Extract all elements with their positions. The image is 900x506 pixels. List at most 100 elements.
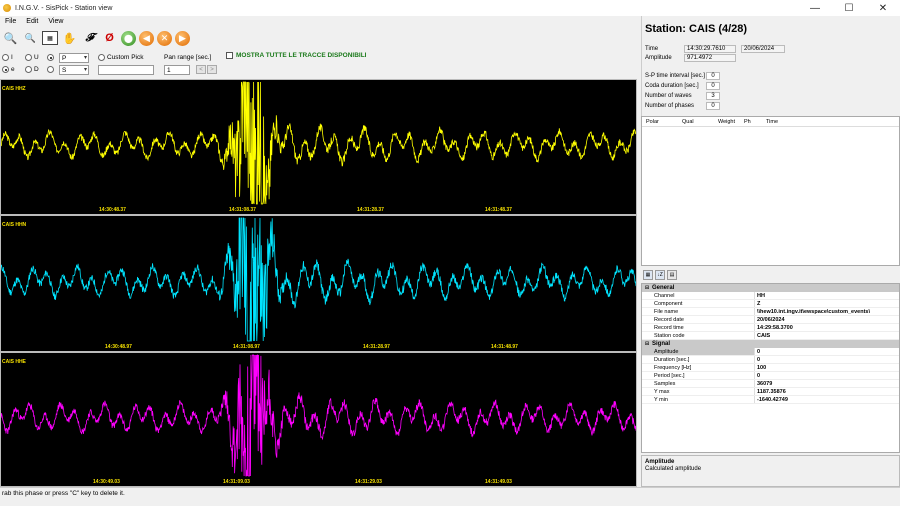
property-row[interactable]: Samples 36079: [642, 380, 899, 388]
property-row[interactable]: Duration [sec.] 0: [642, 356, 899, 364]
property-toolbar: ▦ ↓Z ▤: [641, 268, 900, 282]
radio-label: I: [11, 54, 13, 61]
time-tick: 14:30:49.03: [93, 479, 120, 485]
property-value[interactable]: 14:29:58.3700: [755, 324, 899, 331]
property-key: Channel: [642, 292, 755, 299]
category-general[interactable]: ⊟ General: [642, 284, 899, 292]
category-signal[interactable]: ⊟ Signal: [642, 340, 899, 348]
property-value[interactable]: \\hew10.int.ingv.it\ewspace\custom_event…: [755, 308, 899, 315]
type-select[interactable]: S ▾: [59, 65, 89, 75]
filter-f-icon[interactable]: 𝓕: [81, 30, 98, 47]
time-tick: 14:31:48.37: [485, 207, 512, 213]
zoom-out-icon[interactable]: 🔍: [22, 30, 39, 47]
menu-file[interactable]: File: [0, 18, 21, 25]
property-value[interactable]: 0: [755, 372, 899, 379]
time-value: 14:30:29.7610: [684, 45, 736, 53]
property-value[interactable]: CAIS: [755, 332, 899, 339]
sort-az-icon[interactable]: ↓Z: [655, 270, 665, 280]
property-value[interactable]: 0: [755, 356, 899, 363]
toolbar: 🔍 🔍 ▦ ✋ 𝓕 Ø ⬤ ◀ ✕ ▶: [0, 27, 640, 49]
pan-right-button[interactable]: >: [207, 65, 217, 74]
number-of-phases-value: 0: [706, 102, 720, 110]
radio-u[interactable]: U: [25, 54, 39, 61]
categorized-view-icon[interactable]: ▦: [643, 270, 653, 280]
property-value[interactable]: Z: [755, 300, 899, 307]
property-row[interactable]: Record time 14:29:58.3700: [642, 324, 899, 332]
pan-left-button[interactable]: <: [196, 65, 206, 74]
status-bar: rab this phase or press "C" key to delet…: [0, 487, 900, 498]
waveform-hhz: [1, 81, 636, 205]
property-value[interactable]: 1187.35876: [755, 388, 899, 395]
property-value[interactable]: 100: [755, 364, 899, 371]
property-row[interactable]: Station code CAIS: [642, 332, 899, 340]
property-row[interactable]: Period [sec.] 0: [642, 372, 899, 380]
waveform-hhn: [1, 217, 636, 342]
window-title: I.N.G.V. - SisPick - Station view: [15, 4, 113, 12]
next-icon[interactable]: ▶: [175, 30, 190, 46]
waveform-hhe: [1, 354, 636, 477]
property-value[interactable]: HH: [755, 292, 899, 299]
pan-hand-icon[interactable]: ✋: [61, 30, 78, 47]
time-tick: 14:31:09.03: [223, 479, 250, 485]
custom-pick-input[interactable]: [98, 65, 154, 75]
property-row[interactable]: Amplitude 0: [642, 348, 899, 356]
previous-icon[interactable]: ◀: [139, 30, 154, 46]
col-ph[interactable]: Ph: [740, 119, 762, 125]
menu-view[interactable]: View: [43, 18, 68, 25]
custom-pick-radio[interactable]: Custom Pick: [98, 54, 143, 61]
trace-panel-hhn[interactable]: CAIS HHN 14:30:48.97 14:31:08.97 14:31:2…: [0, 215, 637, 352]
radio-d[interactable]: D: [25, 66, 39, 73]
property-key: Period [sec.]: [642, 372, 755, 379]
radio-row2-third[interactable]: [47, 66, 56, 73]
menu-edit[interactable]: Edit: [21, 18, 43, 25]
sp-interval-label: S-P time interval [sec.]: [645, 73, 705, 79]
property-value[interactable]: 20/06/2024: [755, 316, 899, 323]
no-filter-icon[interactable]: Ø: [101, 30, 118, 47]
status-text: rab this phase or press "C" key to delet…: [2, 489, 125, 497]
col-qual[interactable]: Qual: [678, 119, 714, 125]
property-value[interactable]: -1640.42749: [755, 396, 899, 403]
radio-e[interactable]: e: [2, 66, 15, 73]
title-bar: I.N.G.V. - SisPick - Station view — ☐ ✕: [0, 0, 900, 16]
property-pages-icon[interactable]: ▤: [667, 270, 677, 280]
phase-select[interactable]: P ▾: [59, 53, 89, 63]
fit-window-icon[interactable]: ▦: [42, 31, 58, 45]
property-row[interactable]: Component Z: [642, 300, 899, 308]
minimize-button[interactable]: —: [798, 0, 832, 16]
close-button[interactable]: ✕: [866, 0, 900, 16]
sispick-window: I.N.G.V. - SisPick - Station view — ☐ ✕ …: [0, 0, 900, 506]
time-tick: 14:31:49.03: [485, 479, 512, 485]
col-weight[interactable]: Weight: [714, 119, 740, 125]
property-row[interactable]: Y max 1187.35876: [642, 388, 899, 396]
pan-range-input[interactable]: 1: [164, 65, 190, 75]
phase-list[interactable]: Polar Qual Weight Ph Time: [641, 116, 900, 266]
col-time[interactable]: Time: [762, 119, 802, 125]
collapse-icon[interactable]: ⊟: [642, 285, 652, 291]
property-value[interactable]: 36079: [755, 380, 899, 387]
radio-row1-third[interactable]: [47, 54, 56, 61]
station-title: Station: CAIS (4/28): [645, 23, 748, 35]
property-row[interactable]: Channel HH: [642, 292, 899, 300]
zoom-in-icon[interactable]: 🔍: [2, 30, 19, 47]
property-key: Component: [642, 300, 755, 307]
property-row[interactable]: Y min -1640.42749: [642, 396, 899, 404]
trace-panel-hhz[interactable]: CAIS HHZ 14:30:48.37 14:31:08.37 14:31:2…: [0, 79, 637, 215]
property-row[interactable]: File name \\hew10.int.ingv.it\ewspace\cus…: [642, 308, 899, 316]
property-row[interactable]: Record date 20/06/2024: [642, 316, 899, 324]
show-all-traces-checkbox[interactable]: MOSTRA TUTTE LE TRACCE DISPONIBILI: [226, 52, 366, 59]
property-key: File name: [642, 308, 755, 315]
save-icon[interactable]: ⬤: [121, 30, 136, 46]
property-value[interactable]: 0: [755, 348, 899, 355]
cancel-icon[interactable]: ✕: [157, 30, 172, 46]
sp-interval-value: 0: [706, 72, 720, 80]
waveform-line: [1, 354, 636, 477]
trace-panel-hhe[interactable]: CAIS HHE 14:30:49.03 14:31:09.03 14:31:2…: [0, 352, 637, 487]
radio-dot: [2, 54, 9, 61]
property-row[interactable]: Frequency [Hz] 100: [642, 364, 899, 372]
radio-i[interactable]: I: [2, 54, 13, 61]
collapse-icon[interactable]: ⊟: [642, 341, 652, 347]
col-polar[interactable]: Polar: [642, 119, 678, 125]
time-tick: 14:31:08.97: [233, 344, 260, 350]
description-title: Amplitude: [645, 459, 675, 465]
maximize-button[interactable]: ☐: [832, 0, 866, 16]
